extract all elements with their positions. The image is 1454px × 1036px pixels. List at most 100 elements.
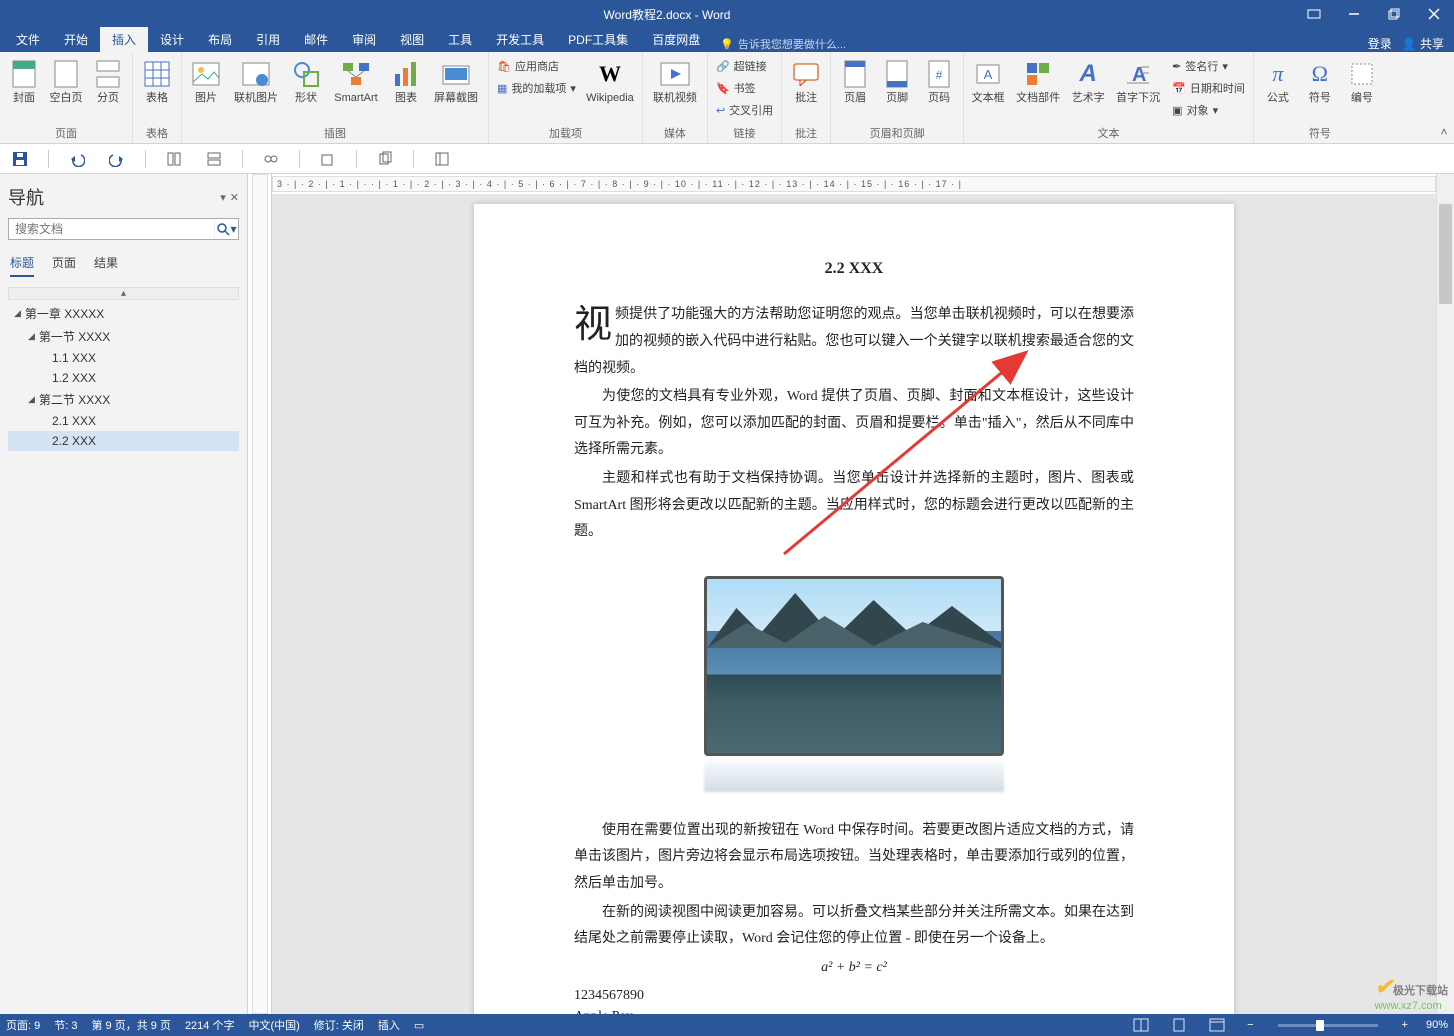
store-button[interactable]: 🛍应用商店: [493, 56, 580, 76]
qat-button-6[interactable]: [430, 147, 454, 171]
qat-button-5[interactable]: [373, 147, 397, 171]
qat-button-2[interactable]: [202, 147, 226, 171]
tab-tools[interactable]: 工具: [436, 27, 484, 52]
minimize-button[interactable]: [1334, 0, 1374, 28]
zoom-slider[interactable]: [1278, 1024, 1378, 1027]
zoom-in-button[interactable]: +: [1398, 1019, 1412, 1031]
tab-layout[interactable]: 布局: [196, 27, 244, 52]
tab-mailings[interactable]: 邮件: [292, 27, 340, 52]
vertical-scrollbar[interactable]: [1436, 174, 1454, 1014]
undo-button[interactable]: [65, 147, 89, 171]
save-button[interactable]: [8, 147, 32, 171]
view-web-button[interactable]: [1205, 1016, 1229, 1034]
status-words[interactable]: 2214 个字: [185, 1017, 235, 1033]
blank-page-button[interactable]: 空白页: [46, 56, 86, 106]
nav-search-input[interactable]: [9, 219, 214, 239]
nav-item-2-2[interactable]: 2.2 XXX: [8, 431, 239, 451]
footer-button[interactable]: 页脚: [877, 56, 917, 106]
login-button[interactable]: 登录: [1368, 35, 1392, 52]
table-button[interactable]: 表格: [137, 56, 177, 106]
share-button[interactable]: 👤 共享: [1402, 35, 1444, 52]
wordart-button[interactable]: A艺术字: [1068, 56, 1108, 106]
tab-home[interactable]: 开始: [52, 27, 100, 52]
view-print-button[interactable]: [1167, 1016, 1191, 1034]
zoom-out-button[interactable]: −: [1243, 1019, 1257, 1031]
navpane-dropdown-button[interactable]: ▾: [220, 191, 226, 204]
nav-item-1-2[interactable]: 1.2 XXX: [8, 368, 239, 388]
status-insert[interactable]: 插入: [378, 1017, 400, 1033]
qat-button-1[interactable]: [162, 147, 186, 171]
document-page[interactable]: 2.2 XXX 视频提供了功能强大的方法帮助您证明您的观点。当您单击联机视频时，…: [474, 204, 1234, 1014]
restore-button[interactable]: [1374, 0, 1414, 28]
page-break-button[interactable]: 分页: [88, 56, 128, 106]
tab-developer[interactable]: 开发工具: [484, 27, 556, 52]
wikipedia-button[interactable]: WWikipedia: [582, 56, 638, 106]
nav-item-section1[interactable]: ◢第一节 XXXX: [8, 325, 239, 348]
collapse-ribbon-button[interactable]: ˄: [1434, 52, 1454, 143]
tab-review[interactable]: 审阅: [340, 27, 388, 52]
online-pictures-button[interactable]: 联机图片: [228, 56, 284, 106]
page-number-button[interactable]: #页码: [919, 56, 959, 106]
nav-tab-pages[interactable]: 页面: [52, 254, 76, 277]
qat-button-3[interactable]: [259, 147, 283, 171]
comment-button[interactable]: 批注: [786, 56, 826, 106]
tab-view[interactable]: 视图: [388, 27, 436, 52]
nav-item-2-1[interactable]: 2.1 XXX: [8, 411, 239, 431]
hyperlink-button[interactable]: 🔗超链接: [712, 56, 777, 76]
nav-search-box[interactable]: ▾: [8, 218, 239, 240]
qat-button-4[interactable]: [316, 147, 340, 171]
doc-image[interactable]: [704, 576, 1004, 792]
tab-design[interactable]: 设计: [148, 27, 196, 52]
online-video-button[interactable]: 联机视频: [647, 56, 703, 106]
number-button[interactable]: 编号: [1342, 56, 1382, 106]
nav-collapse-bar[interactable]: ▴: [8, 287, 239, 300]
dropcap-button[interactable]: A首字下沉: [1110, 56, 1166, 106]
crossref-button[interactable]: ↩交叉引用: [712, 100, 777, 120]
smartart-button[interactable]: SmartArt: [328, 56, 384, 106]
tab-references[interactable]: 引用: [244, 27, 292, 52]
status-pages[interactable]: 第 9 页，共 9 页: [91, 1017, 170, 1033]
tell-me-search[interactable]: 💡 告诉我您想要做什么...: [712, 36, 1367, 52]
datetime-button[interactable]: 📅日期和时间: [1168, 78, 1249, 98]
view-read-button[interactable]: [1129, 1016, 1153, 1034]
horizontal-ruler[interactable]: 3 · | · 2 · | · 1 · | · · | · 1 · | · 2 …: [272, 174, 1436, 194]
my-addins-button[interactable]: ▦我的加载项 ▾: [493, 78, 580, 98]
symbol-button[interactable]: Ω符号: [1300, 56, 1340, 106]
object-button[interactable]: ▣对象 ▾: [1168, 100, 1249, 120]
quickparts-button[interactable]: 文档部件: [1010, 56, 1066, 106]
bookmark-button[interactable]: 🔖书签: [712, 78, 777, 98]
navpane-close-button[interactable]: ✕: [230, 191, 239, 204]
tab-file[interactable]: 文件: [4, 27, 52, 52]
signature-button[interactable]: ✒签名行 ▾: [1168, 56, 1249, 76]
tab-baidu[interactable]: 百度网盘: [640, 27, 712, 52]
shapes-button[interactable]: 形状: [286, 56, 326, 106]
cover-page-button[interactable]: 封面: [4, 56, 44, 106]
nav-item-chapter1[interactable]: ◢第一章 XXXXX: [8, 302, 239, 325]
ribbon-options-button[interactable]: [1294, 0, 1334, 28]
status-lang[interactable]: 中文(中国): [248, 1017, 299, 1033]
textbox-button[interactable]: A文本框: [968, 56, 1008, 106]
tab-pdf[interactable]: PDF工具集: [556, 27, 640, 52]
status-section[interactable]: 节: 3: [54, 1017, 77, 1033]
symbol-icon: Ω: [1304, 58, 1336, 90]
screenshot-button[interactable]: 屏幕截图: [428, 56, 484, 106]
chart-button[interactable]: 图表: [386, 56, 426, 106]
nav-item-1-1[interactable]: 1.1 XXX: [8, 348, 239, 368]
status-page[interactable]: 页面: 9: [6, 1017, 40, 1033]
zoom-level[interactable]: 90%: [1426, 1019, 1448, 1031]
nav-item-section2[interactable]: ◢第二节 XXXX: [8, 388, 239, 411]
status-extra-icon[interactable]: ▭: [414, 1019, 424, 1032]
vertical-ruler[interactable]: [248, 174, 272, 1014]
pictures-button[interactable]: 图片: [186, 56, 226, 106]
status-track[interactable]: 修订: 关闭: [314, 1017, 364, 1033]
redo-button[interactable]: [105, 147, 129, 171]
nav-tab-headings[interactable]: 标题: [10, 254, 34, 277]
equation-button[interactable]: π公式: [1258, 56, 1298, 106]
zoom-slider-thumb[interactable]: [1316, 1020, 1324, 1031]
tab-insert[interactable]: 插入: [100, 27, 148, 52]
header-button[interactable]: 页眉: [835, 56, 875, 106]
search-icon[interactable]: ▾: [214, 219, 238, 239]
scrollbar-thumb[interactable]: [1439, 204, 1452, 304]
close-button[interactable]: [1414, 0, 1454, 28]
nav-tab-results[interactable]: 结果: [94, 254, 118, 277]
